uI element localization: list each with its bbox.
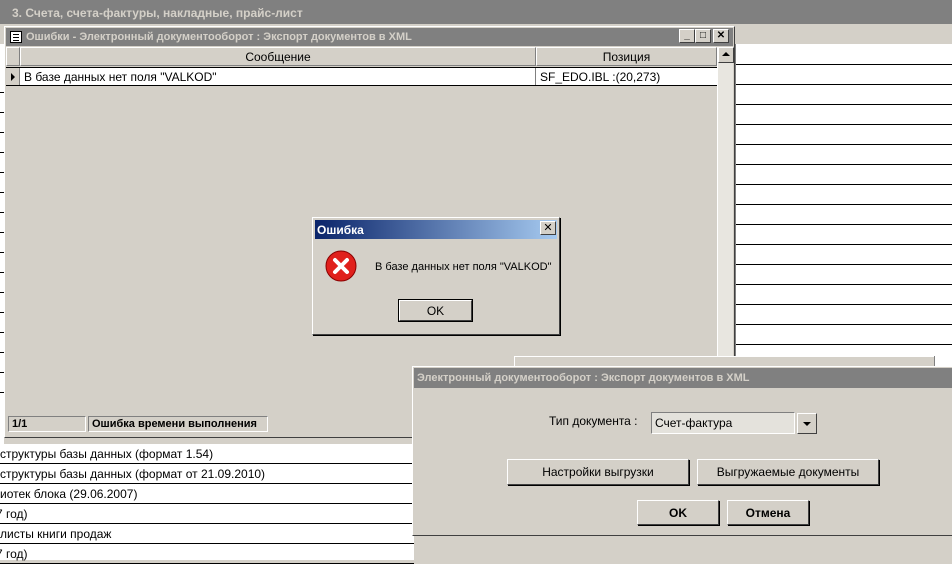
- close-icon[interactable]: ✕: [540, 221, 556, 235]
- list-item[interactable]: структуры базы данных (формат от 21.09.2…: [0, 464, 414, 484]
- export-cancel-button[interactable]: Отмена: [727, 500, 809, 525]
- cell-message[interactable]: В базе данных нет поля "VALKOD": [21, 68, 536, 85]
- list-item[interactable]: 7 год): [0, 504, 414, 524]
- background-window-edge-right: [934, 356, 952, 366]
- maximize-button[interactable]: □: [695, 29, 711, 43]
- list-item[interactable]: иотек блока (29.06.2007): [0, 484, 414, 504]
- table-row[interactable]: В базе данных нет поля "VALKOD" SF_EDO.I…: [6, 67, 717, 86]
- exported-documents-button[interactable]: Выгружаемые документы: [697, 459, 879, 485]
- list-item[interactable]: 7 год): [0, 544, 414, 564]
- ok-button[interactable]: OK: [398, 299, 473, 322]
- doc-type-select[interactable]: Счет-фактура: [651, 412, 817, 434]
- background-window-edge: [514, 356, 934, 366]
- document-list-icon: [10, 31, 22, 43]
- list-item[interactable]: листы книги продаж: [0, 524, 414, 544]
- scroll-up-icon[interactable]: [718, 47, 734, 63]
- background-grid: [735, 44, 952, 364]
- error-dialog: Ошибка ✕ В базе данных нет поля "VALKOD"…: [312, 217, 560, 335]
- column-header-position[interactable]: Позиция: [536, 47, 717, 66]
- errors-window-title: Ошибки - Электронный документооборот : Э…: [26, 31, 412, 43]
- export-window-title[interactable]: Электронный документооборот : Экспорт до…: [414, 368, 952, 388]
- list-item[interactable]: структуры базы данных (формат 1.54): [0, 444, 414, 464]
- error-message: В базе данных нет поля "VALKOD": [375, 261, 552, 273]
- close-button[interactable]: ✕: [713, 29, 729, 43]
- error-dialog-title[interactable]: Ошибка: [315, 220, 557, 239]
- export-settings-button[interactable]: Настройки выгрузки: [507, 459, 689, 485]
- status-error-kind: Ошибка времени выполнения: [88, 416, 268, 432]
- column-header-message[interactable]: Сообщение: [20, 47, 536, 66]
- error-icon: [325, 250, 357, 282]
- background-list: структуры базы данных (формат 1.54) стру…: [0, 444, 414, 564]
- doc-type-value[interactable]: Счет-фактура: [651, 412, 795, 434]
- cell-position[interactable]: SF_EDO.IBL :(20,273): [537, 68, 717, 85]
- chevron-down-icon[interactable]: [797, 413, 817, 434]
- export-ok-button[interactable]: OK: [637, 500, 719, 525]
- row-indicator-header: [6, 47, 20, 66]
- row-pointer-icon: [6, 68, 20, 85]
- export-window: Электронный документооборот : Экспорт до…: [412, 366, 952, 536]
- outer-window-title: 3. Счета, счета-фактуры, накладные, прай…: [0, 0, 952, 24]
- minimize-button[interactable]: _: [679, 29, 695, 43]
- doc-type-label: Тип документа :: [549, 414, 638, 428]
- status-record-counter: 1/1: [8, 416, 86, 432]
- errors-window-titlebar[interactable]: Ошибки - Электронный документооборот : Э…: [6, 28, 733, 46]
- errors-grid-header: Сообщение Позиция: [6, 47, 717, 66]
